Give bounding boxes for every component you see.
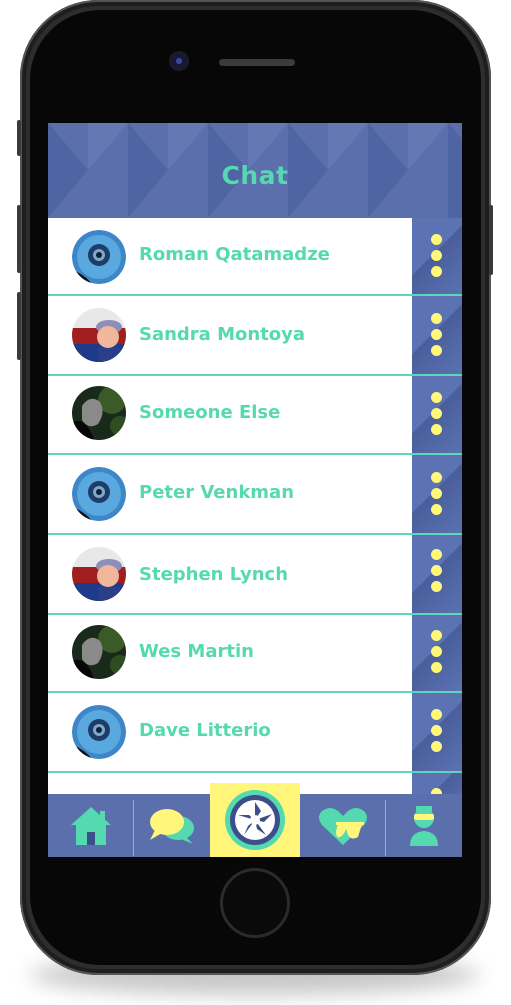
contact-name: Stephen Lynch <box>139 564 289 585</box>
bottom-tab-bar <box>48 783 462 857</box>
volume-down-button <box>17 292 21 360</box>
volume-up-button <box>17 205 21 273</box>
contact-name: Sandra Montoya <box>139 324 306 345</box>
avatar[interactable] <box>72 705 126 759</box>
avatar[interactable] <box>72 547 126 601</box>
app-screen: Chat Roman Qatamadze Sandra Montoya Some… <box>48 123 462 857</box>
person-sunglasses-icon <box>410 805 438 846</box>
camera-shutter-icon <box>225 790 285 850</box>
chat-menu[interactable] <box>412 218 462 294</box>
avatar[interactable] <box>72 230 126 284</box>
contact-name: Peter Venkman <box>139 482 295 503</box>
chat-row[interactable]: Wes Martin <box>48 615 462 693</box>
power-button <box>489 205 493 275</box>
chat-menu[interactable] <box>412 693 462 771</box>
chat-row[interactable]: Roman Qatamadze <box>48 218 462 296</box>
contact-name: Dave Litterio <box>139 720 271 741</box>
tab-profile[interactable] <box>386 794 462 857</box>
tab-favorites[interactable] <box>300 794 385 857</box>
side-button <box>17 120 21 156</box>
avatar[interactable] <box>72 625 126 679</box>
chat-row[interactable]: Someone Else <box>48 376 462 455</box>
home-icon <box>70 806 111 845</box>
chat-row[interactable]: Sandra Montoya <box>48 296 462 376</box>
contact-name: Wes Martin <box>139 641 254 662</box>
avatar[interactable] <box>72 386 126 440</box>
chat-menu[interactable] <box>412 376 462 453</box>
contact-name: Roman Qatamadze <box>139 244 330 265</box>
tab-chats[interactable] <box>134 794 210 857</box>
more-options-icon[interactable] <box>431 549 443 597</box>
chat-row[interactable]: Stephen Lynch <box>48 535 462 615</box>
chat-menu[interactable] <box>412 296 462 374</box>
chat-bubbles-icon <box>150 808 194 844</box>
contact-name: Someone Else <box>139 402 281 423</box>
tab-camera[interactable] <box>210 783 300 857</box>
more-options-icon[interactable] <box>431 392 443 440</box>
avatar[interactable] <box>72 467 126 521</box>
chat-row[interactable]: Peter Venkman <box>48 455 462 535</box>
chat-menu[interactable] <box>412 535 462 613</box>
more-options-icon[interactable] <box>431 234 443 282</box>
more-options-icon[interactable] <box>431 709 443 757</box>
header: Chat <box>48 123 462 218</box>
tab-home[interactable] <box>48 794 133 857</box>
front-camera <box>171 53 187 69</box>
chat-list[interactable]: Roman Qatamadze Sandra Montoya Someone E… <box>48 218 462 813</box>
page-title: Chat <box>221 161 289 190</box>
more-options-icon[interactable] <box>431 313 443 361</box>
more-options-icon[interactable] <box>431 472 443 520</box>
chat-row[interactable]: Dave Litterio <box>48 693 462 773</box>
chat-menu[interactable] <box>412 455 462 533</box>
home-button[interactable] <box>220 868 290 938</box>
more-options-icon[interactable] <box>431 630 443 678</box>
chat-menu[interactable] <box>412 615 462 691</box>
earpiece-speaker <box>219 59 295 66</box>
avatar[interactable] <box>72 308 126 362</box>
heart-sunglasses-icon <box>318 807 367 845</box>
